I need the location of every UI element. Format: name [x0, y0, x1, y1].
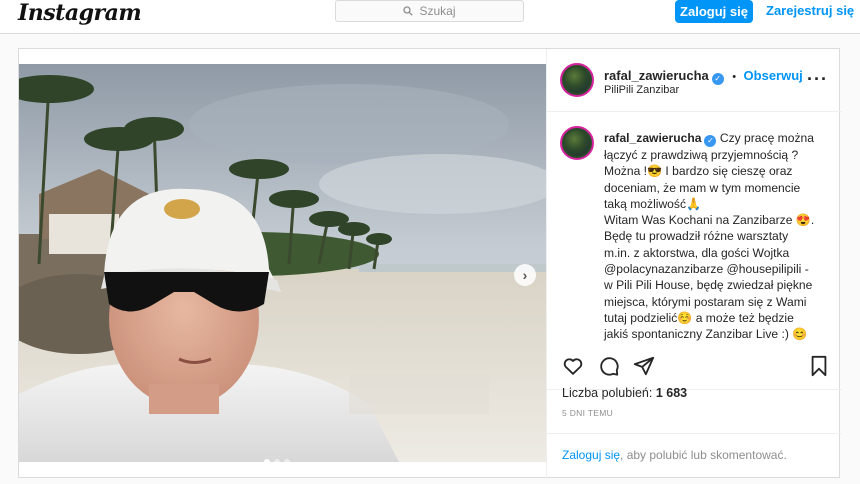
caption-line: Będę tu prowadził różne warsztaty	[604, 229, 789, 244]
carousel-dot	[264, 459, 270, 462]
comment-icon[interactable]	[598, 355, 620, 377]
more-options-icon[interactable]: ···	[807, 69, 828, 90]
carousel-dots	[264, 459, 290, 462]
beach-selfie-image	[19, 64, 546, 462]
caption-avatar[interactable]	[560, 126, 594, 160]
username-link[interactable]: rafal_zawierucha	[604, 68, 709, 83]
caption-username-link[interactable]: rafal_zawierucha	[604, 131, 701, 145]
caption-line: taką możliwość🙏	[604, 196, 702, 211]
avatar[interactable]	[560, 63, 594, 97]
footer-prompt-text: , aby polubić lub skomentować.	[620, 448, 787, 462]
post-header: rafal_zawierucha ✓ • Obserwuj PiliPili Za…	[547, 49, 842, 112]
post-photo[interactable]: ›	[19, 64, 546, 462]
follow-button[interactable]: Obserwuj	[744, 68, 803, 83]
login-button[interactable]: Zaloguj się	[675, 0, 753, 23]
share-icon[interactable]	[633, 355, 655, 377]
caption-line: Witam Was Kochani na Zanzibarze 😍.	[604, 213, 815, 228]
caption-line: Czy pracę można	[719, 131, 814, 145]
instagram-logo[interactable]: Instagram	[18, 0, 142, 26]
verified-badge-icon: ✓	[704, 135, 717, 147]
carousel-dot	[284, 459, 290, 462]
caption-text: rafal_zawierucha ✓ Czy pracę można łączyć…	[604, 130, 836, 343]
likes-label: Liczba polubień:	[562, 386, 653, 400]
top-navigation-bar: Instagram Szukaj Zaloguj się Zarejestruj…	[0, 0, 860, 34]
caption-line: m.in. z aktorstwa, dla gości Wojtka	[604, 245, 790, 260]
heart-icon[interactable]	[562, 355, 584, 377]
caption-line: @polacynazanzibarze @housepilipili -	[604, 262, 809, 277]
post-timestamp[interactable]: 5 DNI TEMU	[562, 408, 613, 418]
post-header-user-row: rafal_zawierucha ✓ • Obserwuj	[604, 67, 803, 85]
caption-line: łączyć z prawdziwą przyjemnością ?	[604, 148, 799, 162]
caption-line: miejsca, którymi postaram się z Wami	[604, 294, 807, 309]
search-icon	[403, 6, 414, 16]
separator-dot: •	[732, 71, 737, 83]
comment-footer: Zaloguj się, aby polubić lub skomentować…	[547, 433, 842, 479]
footer-login-link[interactable]: Zaloguj się	[562, 448, 620, 462]
likes-count[interactable]: Liczba polubień: 1 683	[562, 386, 687, 400]
next-arrow-icon[interactable]: ›	[514, 264, 536, 286]
search-placeholder: Szukaj	[419, 4, 456, 18]
register-link[interactable]: Zarejestruj się	[766, 3, 854, 18]
post-sidebar: rafal_zawierucha ✓ • Obserwuj PiliPili Za…	[546, 49, 842, 479]
caption-line: jakiś spontaniczny Zanzibar Live :) 😊	[604, 327, 808, 342]
caption-section: rafal_zawierucha ✓ Czy pracę można łączyć…	[547, 112, 842, 390]
location-link[interactable]: PiliPili Zanzibar	[604, 84, 679, 96]
post-card: › rafal_zawierucha ✓ • Obserwuj PiliPili …	[18, 48, 842, 479]
caption-line: doceniam, że mam w tym momencie	[604, 180, 801, 195]
caption-line: tutaj podzielić☺️ a może też będzie	[604, 310, 794, 325]
likes-number: 1 683	[655, 386, 688, 400]
caption-line: w Pili Pili House, będę zwiedzał piękne	[604, 278, 813, 293]
caption-line: Można !😎 I bardzo się cieszę oraz	[604, 164, 793, 179]
verified-badge-icon: ✓	[711, 73, 724, 85]
carousel-dot	[274, 459, 280, 462]
login-prompt: Zaloguj się, aby polubić lub skomentować…	[562, 448, 787, 462]
search-input[interactable]: Szukaj	[335, 0, 524, 22]
bookmark-icon[interactable]	[809, 355, 829, 377]
